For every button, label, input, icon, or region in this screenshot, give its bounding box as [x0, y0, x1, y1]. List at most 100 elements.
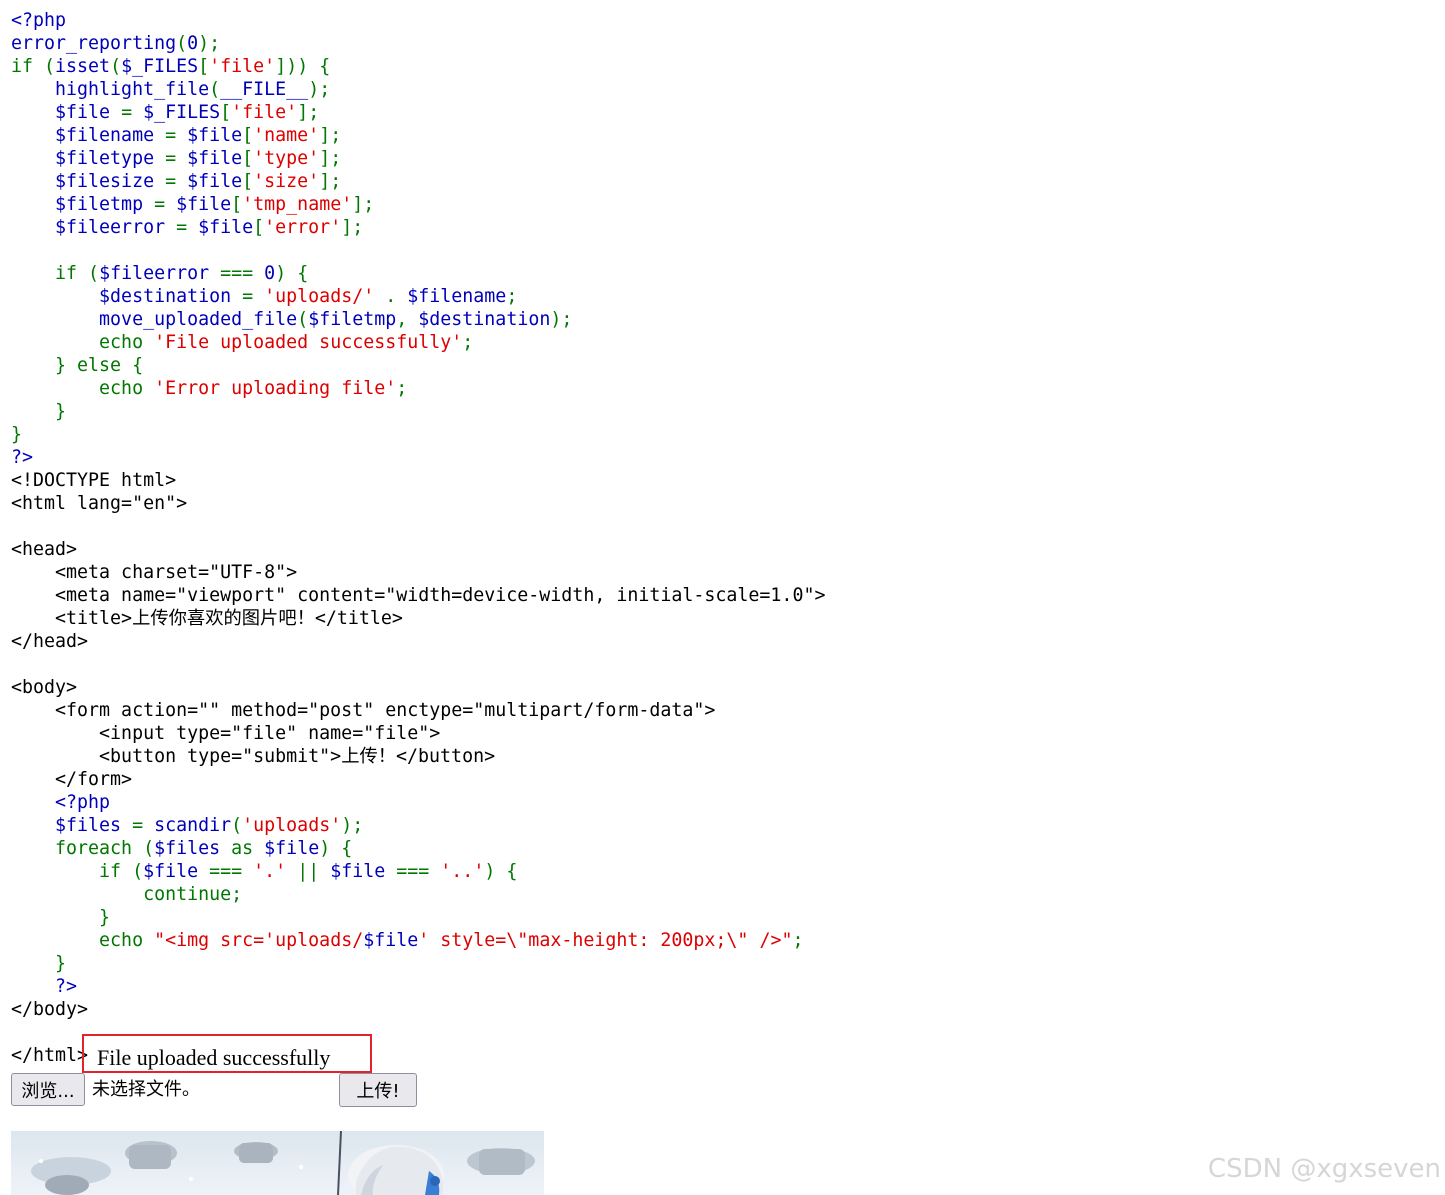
code-line: </head> [11, 630, 825, 653]
code-token: $fileerror [11, 217, 177, 238]
code-line: <meta name="viewport" content="width=dev… [11, 584, 825, 607]
upload-result-message: File uploaded successfully [97, 1045, 331, 1070]
code-token: as [231, 838, 265, 859]
code-token: ' style=\"max-height: 200px;\" />" [418, 930, 793, 951]
code-token: ); [341, 815, 364, 836]
code-token: 'size' [253, 171, 320, 192]
code-token: [ [220, 102, 232, 123]
code-line: $filesize = $file['size']; [11, 170, 825, 193]
code-token: ; [462, 332, 474, 353]
code-line: highlight_file(__FILE__); [11, 78, 825, 101]
code-token: <form action="" method="post" enctype="m… [11, 700, 716, 721]
code-token: $file [187, 148, 243, 169]
code-token: 'error' [264, 217, 342, 238]
code-line: $fileerror = $file['error']; [11, 216, 825, 239]
code-token: <meta charset="UTF-8"> [11, 562, 298, 583]
code-line: </form> [11, 768, 825, 791]
code-token: [ [242, 148, 254, 169]
code-line: } [11, 423, 825, 446]
code-token: echo [11, 930, 155, 951]
code-token: === [220, 263, 265, 284]
code-token: <html lang="en"> [11, 493, 188, 514]
code-line: <button type="submit">上传！</button> [11, 745, 825, 768]
code-line: $filename = $file['name']; [11, 124, 825, 147]
code-line: <input type="file" name="file"> [11, 722, 825, 745]
code-token: </html> [11, 1045, 89, 1066]
code-token: ]; [341, 217, 364, 238]
code-token: ) { [484, 861, 518, 882]
code-token: $file [330, 861, 397, 882]
code-token: } else { [11, 355, 144, 376]
code-token: 'uploads/' [264, 286, 386, 307]
code-line: <!DOCTYPE html> [11, 469, 825, 492]
file-browse-button[interactable]: 浏览... [11, 1073, 85, 1106]
code-line: <meta charset="UTF-8"> [11, 561, 825, 584]
code-token: if ( [11, 861, 144, 882]
code-token: = [154, 194, 177, 215]
code-token: <?php [11, 10, 67, 31]
code-token: $files [11, 815, 133, 836]
code-token: ) { [319, 838, 353, 859]
code-token: ]; [319, 171, 342, 192]
uploaded-image-preview [11, 1131, 544, 1195]
code-token: <head> [11, 539, 78, 560]
code-token: <meta name="viewport" content="width=dev… [11, 585, 826, 606]
code-token: [ [242, 125, 254, 146]
code-token: ]; [319, 148, 342, 169]
code-token: $filesize [11, 171, 166, 192]
code-token: ; [792, 930, 804, 951]
code-token: ) { [275, 263, 309, 284]
code-token: = [165, 148, 188, 169]
code-line: <body> [11, 676, 825, 699]
code-token: $file [198, 217, 254, 238]
csdn-watermark: CSDN @xgxseven [1207, 1154, 1441, 1184]
code-token: } [11, 907, 111, 928]
code-line: $files = scandir('uploads'); [11, 814, 825, 837]
code-line: <html lang="en"> [11, 492, 825, 515]
code-token: ( [209, 79, 221, 100]
code-token: [ [231, 194, 243, 215]
code-token: <!DOCTYPE html> [11, 470, 177, 491]
code-line: } [11, 952, 825, 975]
code-line: <title>上传你喜欢的图片吧！</title> [11, 607, 825, 630]
code-token: [ [253, 217, 265, 238]
code-token: 'tmp_name' [242, 194, 353, 215]
code-line: } else { [11, 354, 825, 377]
code-token: '.' [253, 861, 298, 882]
code-token: 上传！ [341, 746, 397, 767]
code-token: ; [506, 286, 518, 307]
code-token: if ( [11, 56, 56, 77]
code-token: foreach ( [11, 838, 155, 859]
code-line: continue; [11, 883, 825, 906]
code-token: $file [143, 861, 210, 882]
code-token: ?> [11, 447, 34, 468]
code-token: __FILE__ [220, 79, 309, 100]
code-line: <form action="" method="post" enctype="m… [11, 699, 825, 722]
code-token: 'file' [231, 102, 298, 123]
code-token: scandir [154, 815, 232, 836]
code-token: highlight_file [11, 79, 210, 100]
code-token: "<img src='uploads/ [154, 930, 364, 951]
code-token: </form> [11, 769, 133, 790]
code-token: 上传你喜欢的图片吧！ [132, 608, 315, 629]
code-line: <?php [11, 9, 825, 32]
upload-submit-button[interactable]: 上传! [339, 1073, 417, 1107]
code-token: continue; [11, 884, 243, 905]
code-token: 'File uploaded successfully' [154, 332, 463, 353]
code-token: 'name' [253, 125, 320, 146]
code-token: $file [187, 171, 243, 192]
code-token: </button> [396, 746, 496, 767]
code-token: 0 [187, 33, 199, 54]
code-token: ; [396, 378, 408, 399]
code-token: === [396, 861, 441, 882]
code-token: $file [363, 930, 419, 951]
code-token: <?php [11, 792, 111, 813]
no-file-selected-text: 未选择文件。 [92, 1079, 200, 1100]
code-token: $filetype [11, 148, 166, 169]
code-token: </title> [314, 608, 403, 629]
code-token: $destination [418, 309, 551, 330]
code-line: ?> [11, 975, 825, 998]
